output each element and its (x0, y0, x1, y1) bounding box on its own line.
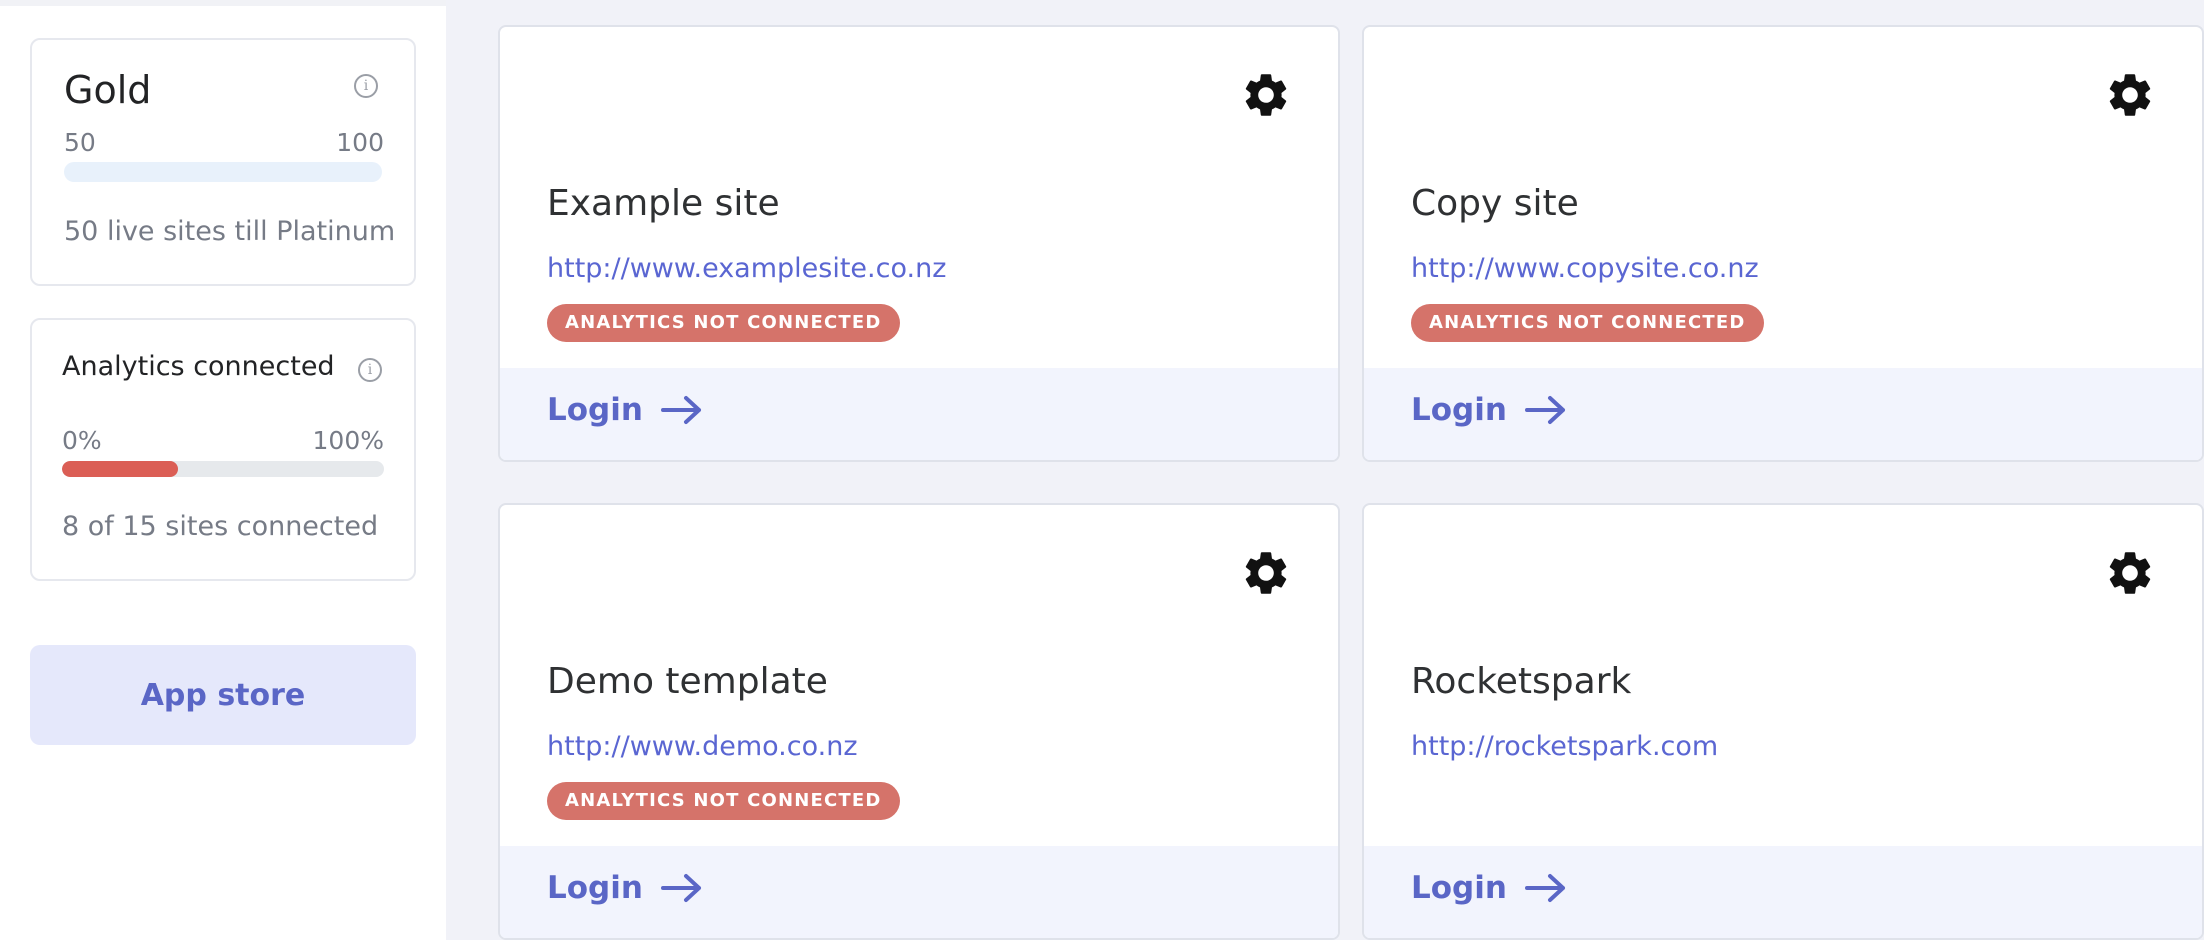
card-footer: Login (500, 846, 1338, 938)
analytics-range-min: 0% (62, 426, 102, 455)
arrow-right-icon (1524, 874, 1565, 902)
gear-icon[interactable] (1240, 547, 1292, 599)
gear-icon[interactable] (1240, 69, 1292, 121)
site-card: Example site http://www.examplesite.co.n… (498, 25, 1340, 462)
login-link[interactable]: Login (547, 392, 703, 428)
info-icon[interactable]: i (354, 74, 378, 98)
gear-icon[interactable] (2104, 547, 2156, 599)
sidebar-top-strip (0, 0, 446, 6)
arrow-right-icon (660, 396, 701, 424)
tier-range-min: 50 (64, 128, 96, 157)
sidebar: Gold i 50 100 50 live sites till Platinu… (0, 0, 446, 940)
analytics-note: 8 of 15 sites connected (62, 511, 379, 542)
tier-title: Gold (64, 68, 152, 112)
analytics-title: Analytics connected (62, 351, 335, 382)
site-url-link[interactable]: http://www.demo.co.nz (547, 731, 858, 762)
analytics-status-badge: ANALYTICS NOT CONNECTED (547, 782, 900, 820)
card-footer: Login (1364, 846, 2202, 938)
tier-panel: Gold i 50 100 50 live sites till Platinu… (30, 38, 416, 286)
site-url-link[interactable]: http://rocketspark.com (1411, 731, 1718, 762)
analytics-progress-fill (62, 461, 178, 477)
site-name: Copy site (1411, 183, 1579, 224)
analytics-panel: Analytics connected i 0% 100% 8 of 15 si… (30, 318, 416, 581)
card-footer: Login (1364, 368, 2202, 460)
login-label: Login (547, 392, 643, 428)
arrow-right-icon (660, 874, 701, 902)
site-card: Demo template http://www.demo.co.nz ANAL… (498, 503, 1340, 940)
card-footer: Login (500, 368, 1338, 460)
login-link[interactable]: Login (547, 870, 703, 906)
tier-note: 50 live sites till Platinum (64, 216, 396, 247)
site-name: Demo template (547, 661, 828, 702)
gear-icon[interactable] (2104, 69, 2156, 121)
login-link[interactable]: Login (1411, 392, 1567, 428)
site-name: Example site (547, 183, 780, 224)
analytics-progress-bar (62, 461, 384, 477)
sites-grid: Example site http://www.examplesite.co.n… (446, 0, 2204, 940)
login-label: Login (547, 870, 643, 906)
tier-progress-bar (64, 162, 382, 182)
analytics-status-badge: ANALYTICS NOT CONNECTED (1411, 304, 1764, 342)
arrow-right-icon (1524, 396, 1565, 424)
site-card: Copy site http://www.copysite.co.nz ANAL… (1362, 25, 2204, 462)
info-icon[interactable]: i (358, 358, 382, 382)
login-label: Login (1411, 392, 1507, 428)
tier-range-max: 100 (336, 128, 384, 157)
site-name: Rocketspark (1411, 661, 1632, 702)
app-store-button[interactable]: App store (30, 645, 416, 745)
site-url-link[interactable]: http://www.examplesite.co.nz (547, 253, 946, 284)
login-link[interactable]: Login (1411, 870, 1567, 906)
analytics-status-badge: ANALYTICS NOT CONNECTED (547, 304, 900, 342)
analytics-range-max: 100% (312, 426, 384, 455)
site-card: Rocketspark http://rocketspark.com Login (1362, 503, 2204, 940)
login-label: Login (1411, 870, 1507, 906)
site-url-link[interactable]: http://www.copysite.co.nz (1411, 253, 1759, 284)
